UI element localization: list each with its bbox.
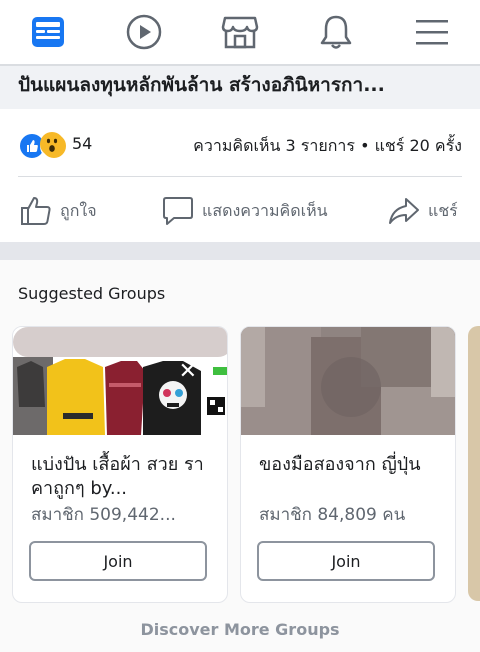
divider bbox=[18, 176, 462, 177]
discover-more-groups-link[interactable]: Discover More Groups bbox=[0, 620, 480, 639]
wow-reaction-icon bbox=[40, 132, 68, 160]
reactions-summary[interactable]: 54 ความคิดเห็น 3 รายการ • แชร์ 20 ครั้ง bbox=[0, 124, 480, 164]
close-icon[interactable]: ✕ bbox=[179, 359, 197, 384]
suggested-groups-section: Suggested Groups ✕ แบ่งปัน เสื้อผ้า สวย … bbox=[0, 260, 480, 652]
marketplace-icon[interactable] bbox=[220, 12, 260, 52]
comment-bubble-icon bbox=[163, 197, 193, 225]
group-card[interactable]: ของมือสองจาก ญี่ปุ่น สมาชิก 84,809 คน Jo… bbox=[240, 326, 456, 603]
join-button[interactable]: Join bbox=[29, 541, 207, 581]
like-button[interactable]: ถูกใจ bbox=[20, 194, 97, 228]
group-members: สมาชิก 509,442... bbox=[31, 505, 176, 525]
share-label: แชร์ bbox=[428, 200, 458, 220]
news-feed-icon[interactable] bbox=[28, 12, 68, 52]
section-separator bbox=[0, 242, 480, 260]
comment-button[interactable]: แสดงความคิดเห็น bbox=[162, 194, 328, 228]
post-actions: ถูกใจ แสดงความคิดเห็น แชร์ bbox=[0, 188, 480, 234]
menu-hamburger-icon[interactable] bbox=[412, 12, 452, 52]
like-label: ถูกใจ bbox=[60, 200, 97, 220]
notifications-bell-icon[interactable] bbox=[316, 12, 356, 52]
group-members: สมาชิก 84,809 คน bbox=[259, 505, 406, 525]
reaction-count: 54 bbox=[72, 134, 93, 153]
share-button[interactable]: แชร์ bbox=[388, 194, 458, 228]
comment-label: แสดงความคิดเห็น bbox=[202, 200, 328, 220]
group-card[interactable]: ✕ แบ่งปัน เสื้อผ้า สวย ราคาถูกๆ by... สม… bbox=[12, 326, 228, 603]
comments-shares-count[interactable]: ความคิดเห็น 3 รายการ • แชร์ 20 ครั้ง bbox=[193, 134, 462, 159]
watch-video-icon[interactable] bbox=[124, 12, 164, 52]
thumbs-up-icon bbox=[21, 197, 51, 225]
next-group-card-peek[interactable] bbox=[468, 326, 480, 601]
top-navigation-bar bbox=[0, 0, 480, 67]
post-link-preview[interactable]: ปันแผนลงทุนหลักพันล้าน สร้างอภินิหารกา..… bbox=[0, 66, 480, 109]
suggested-groups-heading: Suggested Groups bbox=[18, 284, 166, 303]
group-name[interactable]: ของมือสองจาก ญี่ปุ่น bbox=[259, 453, 445, 477]
group-cover-image[interactable] bbox=[241, 327, 455, 435]
post-title[interactable]: ปันแผนลงทุนหลักพันล้าน สร้างอภินิหารกา..… bbox=[18, 70, 468, 100]
share-arrow-icon bbox=[389, 198, 419, 224]
join-button[interactable]: Join bbox=[257, 541, 435, 581]
group-name[interactable]: แบ่งปัน เสื้อผ้า สวย ราคาถูกๆ by... bbox=[31, 453, 217, 501]
